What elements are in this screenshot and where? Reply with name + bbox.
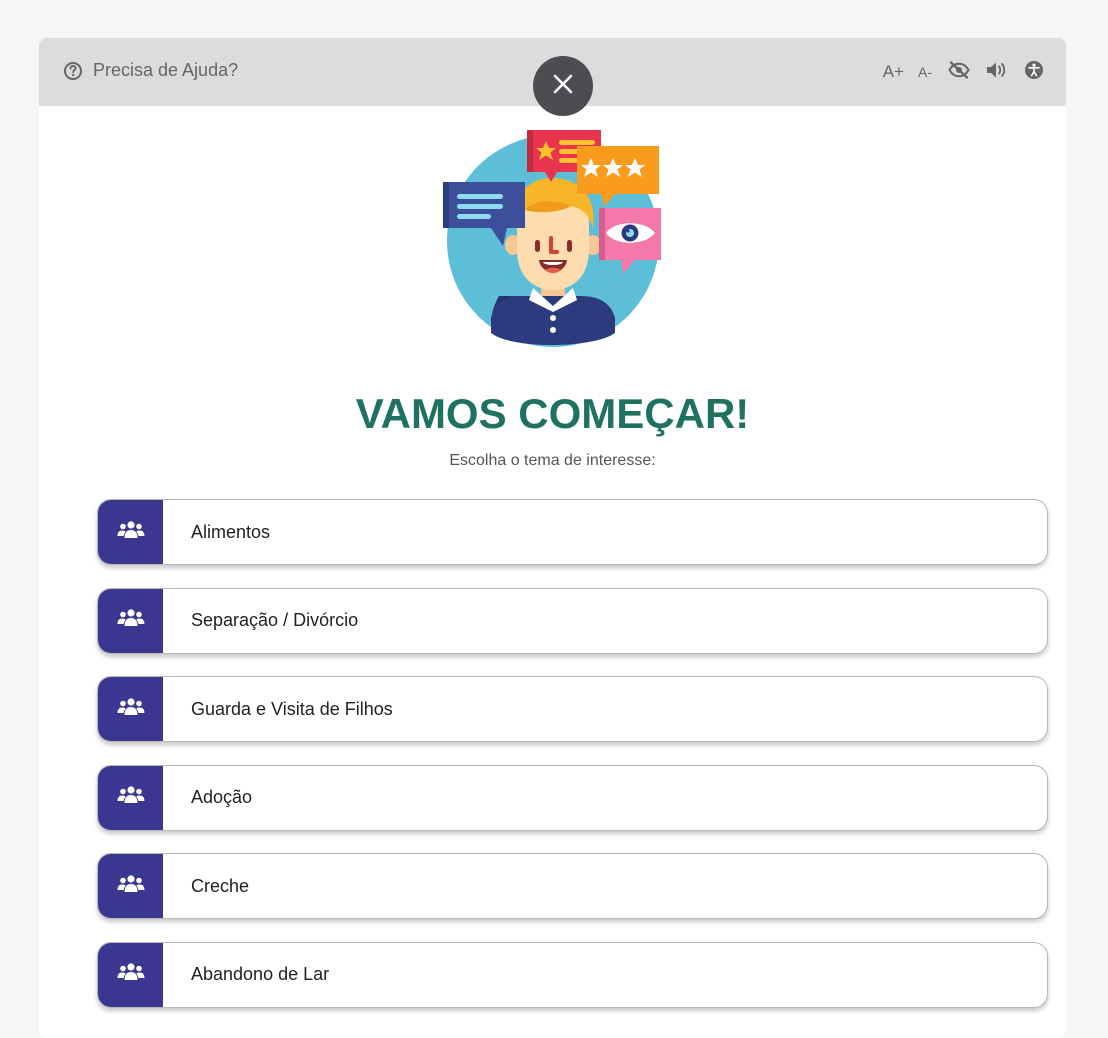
- topic-item-alimentos[interactable]: Alimentos: [97, 499, 1048, 565]
- contrast-button[interactable]: [948, 60, 970, 84]
- topic-label: Separação / Divórcio: [191, 610, 359, 631]
- topic-label: Adoção: [191, 787, 253, 808]
- page-subtitle: Escolha o tema de interesse:: [449, 452, 656, 469]
- help-link[interactable]: Precisa de Ajuda?: [63, 60, 238, 81]
- users-icon: [116, 962, 146, 987]
- users-icon: [116, 785, 146, 810]
- topic-badge: [98, 588, 163, 653]
- support-agent-illustration: [443, 128, 663, 350]
- topic-label: Alimentos: [191, 521, 271, 542]
- topic-label: Guarda e Visita de Filhos: [191, 698, 393, 719]
- accessibility-button[interactable]: [1024, 60, 1044, 85]
- topic-item-creche[interactable]: Creche: [97, 853, 1048, 920]
- eye-slash-icon: [948, 60, 970, 84]
- topic-badge: [98, 500, 163, 564]
- close-button[interactable]: [533, 56, 593, 116]
- topic-label: Creche: [191, 875, 250, 896]
- topic-item-adocao[interactable]: Adoção: [97, 764, 1048, 831]
- topic-badge: [98, 942, 163, 1007]
- users-icon: [116, 608, 146, 633]
- users-icon: [116, 520, 146, 545]
- question-circle-icon: [63, 61, 83, 81]
- topic-badge: [98, 854, 163, 919]
- accessibility-icon: [1024, 60, 1044, 85]
- help-label: Precisa de Ajuda?: [93, 60, 239, 80]
- users-icon: [116, 874, 146, 899]
- topic-list: Alimentos Separação / Divórcio Guarda e …: [97, 499, 1048, 1031]
- topic-item-abandono-de-lar[interactable]: Abandono de Lar: [97, 941, 1048, 1008]
- font-decrease-button[interactable]: A-: [918, 64, 932, 80]
- help-modal: Precisa de Ajuda? A+ A- VAMOS COMEÇAR! E…: [39, 38, 1066, 1038]
- close-icon: [553, 74, 573, 99]
- audio-button[interactable]: [986, 61, 1008, 84]
- topic-label: Abandono de Lar: [191, 964, 330, 985]
- accessibility-toolbar: A+ A-: [867, 58, 1044, 86]
- topic-badge: [98, 677, 163, 742]
- topic-item-separacao-divorcio[interactable]: Separação / Divórcio: [97, 587, 1048, 654]
- topic-badge: [98, 765, 163, 830]
- topic-item-guarda-visita-filhos[interactable]: Guarda e Visita de Filhos: [97, 676, 1048, 743]
- speaker-icon: [986, 61, 1008, 84]
- users-icon: [116, 697, 146, 722]
- font-increase-button[interactable]: A+: [883, 62, 904, 82]
- page-title: VAMOS COMEÇAR!: [355, 390, 750, 437]
